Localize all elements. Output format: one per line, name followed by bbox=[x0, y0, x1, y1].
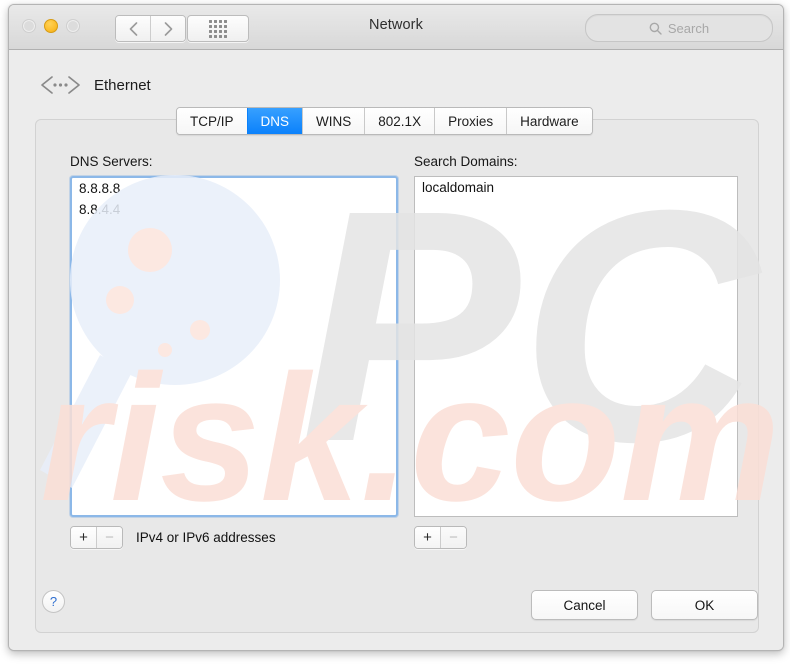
dialog-buttons: Cancel OK bbox=[531, 590, 758, 620]
dns-servers-controls: + − IPv4 or IPv6 addresses bbox=[70, 526, 398, 549]
network-preferences-window: Network Search Ethernet TCP/IP DNS WINS … bbox=[8, 4, 784, 651]
search-domains-label: Search Domains: bbox=[414, 154, 518, 169]
tab-label: TCP/IP bbox=[190, 113, 234, 129]
tab-dns[interactable]: DNS bbox=[246, 108, 303, 134]
tab-tcpip[interactable]: TCP/IP bbox=[177, 108, 247, 134]
ok-button[interactable]: OK bbox=[651, 590, 758, 620]
list-item[interactable]: localdomain bbox=[415, 177, 737, 198]
tab-proxies[interactable]: Proxies bbox=[434, 108, 507, 134]
interface-name: Ethernet bbox=[94, 76, 151, 94]
search-domains-add-button[interactable]: + bbox=[415, 527, 440, 548]
ethernet-icon bbox=[41, 76, 80, 94]
tab-label: Hardware bbox=[520, 113, 579, 129]
interface-header: Ethernet bbox=[39, 74, 151, 96]
tab-label: Proxies bbox=[448, 113, 494, 129]
help-button[interactable]: ? bbox=[42, 590, 65, 613]
search-domains-add-remove: + − bbox=[414, 526, 467, 549]
list-item[interactable]: 8.8.4.4 bbox=[72, 199, 396, 220]
tab-wins[interactable]: WINS bbox=[302, 108, 365, 134]
cancel-button[interactable]: Cancel bbox=[531, 590, 638, 620]
search-field[interactable]: Search bbox=[585, 14, 773, 42]
search-domains-controls: + − bbox=[414, 526, 738, 549]
dns-servers-column: DNS Servers: 8.8.8.8 8.8.4.4 + − IPv4 or… bbox=[70, 154, 398, 549]
dns-servers-add-button[interactable]: + bbox=[71, 527, 96, 548]
tab-label: DNS bbox=[260, 113, 290, 129]
dns-servers-add-remove: + − bbox=[70, 526, 123, 549]
dns-servers-remove-button: − bbox=[96, 527, 122, 548]
window-content: Ethernet TCP/IP DNS WINS 802.1X Proxies … bbox=[9, 50, 783, 650]
search-icon bbox=[649, 22, 662, 35]
window-titlebar: Network Search bbox=[9, 5, 783, 50]
search-domains-list[interactable]: localdomain bbox=[414, 176, 738, 517]
tab-label: WINS bbox=[316, 113, 352, 129]
tab-label: 802.1X bbox=[378, 113, 422, 129]
tab-hardware[interactable]: Hardware bbox=[506, 108, 592, 134]
search-domains-column: Search Domains: localdomain + − bbox=[414, 154, 738, 549]
settings-panel: TCP/IP DNS WINS 802.1X Proxies Hardware … bbox=[35, 107, 759, 633]
list-item[interactable]: 8.8.8.8 bbox=[72, 178, 396, 199]
dns-servers-label: DNS Servers: bbox=[70, 154, 153, 169]
dns-servers-list[interactable]: 8.8.8.8 8.8.4.4 bbox=[70, 176, 398, 517]
search-domains-remove-button: − bbox=[440, 527, 466, 548]
dns-servers-hint: IPv4 or IPv6 addresses bbox=[136, 530, 276, 545]
tab-8021x[interactable]: 802.1X bbox=[364, 108, 435, 134]
search-placeholder: Search bbox=[667, 20, 710, 36]
tab-bar: TCP/IP DNS WINS 802.1X Proxies Hardware bbox=[176, 107, 593, 135]
